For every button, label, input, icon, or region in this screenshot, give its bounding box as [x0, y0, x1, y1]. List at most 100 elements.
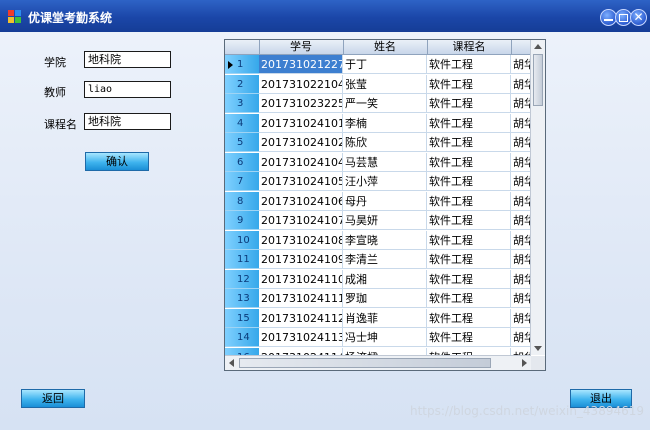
- cell-student-name[interactable]: 陈欣: [343, 133, 427, 152]
- cell-student-name[interactable]: 马芸慧: [343, 152, 427, 172]
- cell-student-id[interactable]: 201731024108: [259, 230, 343, 250]
- cell-student-id[interactable]: 201731024105: [259, 172, 343, 191]
- row-header[interactable]: 15: [225, 308, 259, 328]
- vertical-scroll-thumb[interactable]: [533, 54, 543, 106]
- table-row[interactable]: 14 201731024113冯士坤软件工程胡华: [225, 328, 531, 347]
- cell-student-name[interactable]: 肖逸菲: [343, 308, 427, 328]
- cell-student-id[interactable]: 201731024101: [259, 113, 343, 133]
- cell-student-id[interactable]: 201731024109: [259, 250, 343, 269]
- cell-course-name[interactable]: 软件工程: [427, 152, 511, 172]
- cell-extra[interactable]: 胡华: [511, 172, 531, 191]
- column-header-id[interactable]: 学号: [259, 40, 344, 54]
- scroll-left-icon[interactable]: [229, 359, 234, 367]
- confirm-button[interactable]: 确认: [85, 152, 149, 171]
- table-row[interactable]: 5 201731024102陈欣软件工程胡华: [225, 133, 531, 152]
- horizontal-scroll-thumb[interactable]: [239, 358, 491, 368]
- cell-student-id[interactable]: 201731024104: [259, 152, 343, 172]
- cell-course-name[interactable]: 软件工程: [427, 94, 511, 113]
- table-row[interactable]: 15 201731024112肖逸菲软件工程胡华: [225, 308, 531, 328]
- cell-extra[interactable]: 胡华: [511, 55, 531, 74]
- row-header[interactable]: 8: [225, 191, 259, 211]
- cell-extra[interactable]: 胡华: [511, 230, 531, 250]
- cell-extra[interactable]: 胡华: [511, 74, 531, 94]
- cell-extra[interactable]: 胡华: [511, 269, 531, 289]
- cell-student-name[interactable]: 罗珈: [343, 289, 427, 308]
- cell-course-name[interactable]: 软件工程: [427, 113, 511, 133]
- row-header[interactable]: 5: [225, 133, 259, 152]
- table-row[interactable]: 10 201731024108李宣晓软件工程胡华: [225, 230, 531, 250]
- table-row[interactable]: 3 201731023225严一笑软件工程胡华: [225, 94, 531, 113]
- cell-student-name[interactable]: 李宣晓: [343, 230, 427, 250]
- cell-course-name[interactable]: 软件工程: [427, 55, 511, 74]
- cell-extra[interactable]: 胡华: [511, 328, 531, 347]
- cell-extra[interactable]: 胡华: [511, 308, 531, 328]
- cell-student-id[interactable]: 201731024106: [259, 191, 343, 211]
- cell-student-id[interactable]: 201731024107: [259, 211, 343, 230]
- title-bar[interactable]: 优课堂考勤系统 ✕: [0, 0, 650, 32]
- cell-student-id[interactable]: 201731022104: [259, 74, 343, 94]
- cell-student-name[interactable]: 成湘: [343, 269, 427, 289]
- cell-student-name[interactable]: 李楠: [343, 113, 427, 133]
- attendance-grid[interactable]: 学号 姓名 课程名 1201731021227于丁软件工程胡华220173102…: [224, 39, 546, 371]
- cell-course-name[interactable]: 软件工程: [427, 328, 511, 347]
- scroll-down-icon[interactable]: [534, 346, 542, 351]
- cell-extra[interactable]: 胡华: [511, 94, 531, 113]
- row-header[interactable]: 3: [225, 94, 259, 113]
- vertical-scrollbar[interactable]: [530, 40, 545, 355]
- table-row[interactable]: 9 201731024107马昊妍软件工程胡华: [225, 211, 531, 230]
- cell-course-name[interactable]: 软件工程: [427, 230, 511, 250]
- cell-student-id[interactable]: 201731024102: [259, 133, 343, 152]
- cell-course-name[interactable]: 软件工程: [427, 250, 511, 269]
- cell-course-name[interactable]: 软件工程: [427, 74, 511, 94]
- back-button[interactable]: 返回: [21, 389, 85, 408]
- cell-student-id[interactable]: 201731024111: [259, 289, 343, 308]
- row-header[interactable]: 12: [225, 269, 259, 289]
- cell-student-id[interactable]: 201731021227: [259, 55, 343, 74]
- cell-student-id[interactable]: 201731024113: [259, 328, 343, 347]
- table-row[interactable]: 8 201731024106母丹软件工程胡华: [225, 191, 531, 211]
- cell-extra[interactable]: 胡华: [511, 133, 531, 152]
- row-header[interactable]: 11: [225, 250, 259, 269]
- cell-student-name[interactable]: 汪小萍: [343, 172, 427, 191]
- table-row[interactable]: 11 201731024109李清兰软件工程胡华: [225, 250, 531, 269]
- cell-extra[interactable]: 胡华: [511, 113, 531, 133]
- cell-student-id[interactable]: 201731024110: [259, 269, 343, 289]
- cell-student-name[interactable]: 冯士坤: [343, 328, 427, 347]
- course-input[interactable]: 地科院: [84, 113, 171, 130]
- cell-course-name[interactable]: 软件工程: [427, 269, 511, 289]
- college-input[interactable]: 地科院: [84, 51, 171, 68]
- scroll-up-icon[interactable]: [534, 44, 542, 49]
- row-header[interactable]: 9: [225, 211, 259, 230]
- table-row[interactable]: 1 201731021227于丁软件工程胡华: [225, 55, 531, 74]
- cell-extra[interactable]: 胡华: [511, 191, 531, 211]
- horizontal-scrollbar[interactable]: [225, 355, 531, 370]
- cell-student-name[interactable]: 严一笑: [343, 94, 427, 113]
- cell-course-name[interactable]: 软件工程: [427, 308, 511, 328]
- teacher-input[interactable]: liao: [84, 81, 171, 98]
- cell-student-id[interactable]: 201731023225: [259, 94, 343, 113]
- cell-course-name[interactable]: 软件工程: [427, 133, 511, 152]
- cell-student-name[interactable]: 于丁: [343, 55, 427, 74]
- cell-student-name[interactable]: 张莹: [343, 74, 427, 94]
- column-header-extra[interactable]: [511, 40, 531, 54]
- cell-course-name[interactable]: 软件工程: [427, 289, 511, 308]
- cell-course-name[interactable]: 软件工程: [427, 191, 511, 211]
- table-row[interactable]: 13 201731024111罗珈软件工程胡华: [225, 289, 531, 308]
- table-row[interactable]: 7 201731024105汪小萍软件工程胡华: [225, 172, 531, 191]
- row-header[interactable]: 1: [225, 55, 259, 74]
- table-row[interactable]: 6 201731024104马芸慧软件工程胡华: [225, 152, 531, 172]
- row-header[interactable]: 13: [225, 289, 259, 308]
- cell-student-name[interactable]: 李清兰: [343, 250, 427, 269]
- cell-extra[interactable]: 胡华: [511, 152, 531, 172]
- cell-extra[interactable]: 胡华: [511, 289, 531, 308]
- row-header[interactable]: 7: [225, 172, 259, 191]
- cell-course-name[interactable]: 软件工程: [427, 172, 511, 191]
- table-row[interactable]: 12 201731024110成湘软件工程胡华: [225, 269, 531, 289]
- cell-student-id[interactable]: 201731024112: [259, 308, 343, 328]
- close-button[interactable]: ✕: [630, 9, 647, 26]
- cell-extra[interactable]: 胡华: [511, 250, 531, 269]
- row-header[interactable]: 6: [225, 152, 259, 172]
- row-header[interactable]: 10: [225, 230, 259, 250]
- scroll-right-icon[interactable]: [522, 359, 527, 367]
- row-header[interactable]: 4: [225, 113, 259, 133]
